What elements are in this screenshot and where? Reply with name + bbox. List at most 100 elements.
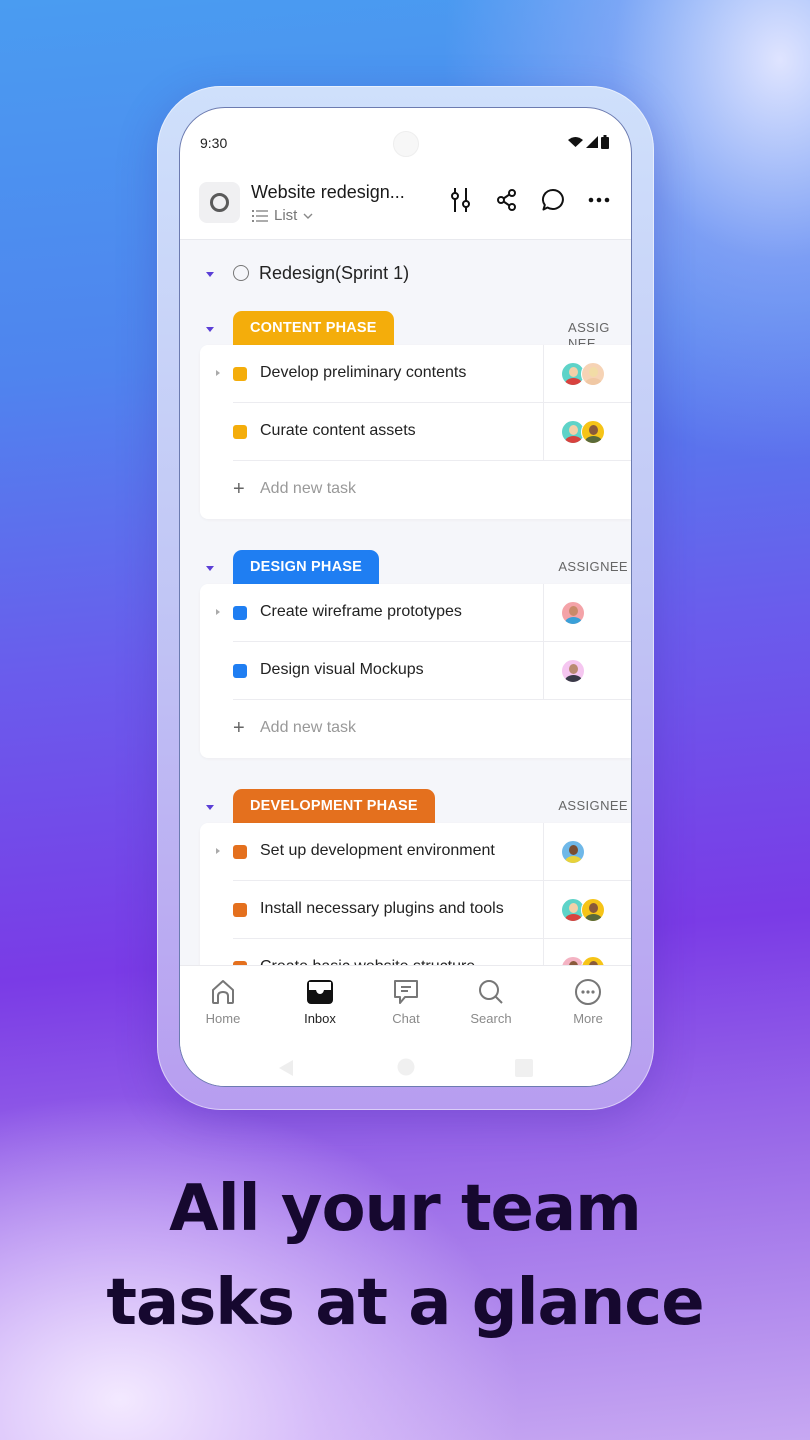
headline-line-2: tasks at a glance	[106, 1266, 704, 1340]
task-list: Redesign(Sprint 1) CONTENT PHASE ASSIG N…	[180, 240, 631, 965]
expand-subtasks-icon[interactable]	[216, 609, 220, 615]
task-status-icon[interactable]	[233, 367, 247, 381]
home-button-icon[interactable]	[397, 1058, 415, 1076]
task-row[interactable]: Curate content assets	[200, 403, 631, 461]
view-selector[interactable]: List	[252, 207, 313, 224]
project-icon[interactable]	[199, 182, 240, 223]
assignee-avatars[interactable]	[561, 420, 605, 444]
collapse-caret-icon[interactable]	[206, 272, 214, 277]
task-card: Set up development environment Install n…	[200, 823, 631, 965]
system-nav-bar	[180, 1051, 631, 1081]
sprint-label: Redesign(Sprint 1)	[259, 263, 410, 283]
filter-sliders-icon[interactable]	[449, 188, 473, 212]
task-name: Design visual Mockups	[260, 661, 424, 678]
task-name: Create basic website structure	[260, 958, 475, 965]
phase-tag[interactable]: CONTENT PHASE	[233, 311, 394, 345]
view-label: List	[274, 207, 298, 224]
phase-tag[interactable]: DEVELOPMENT PHASE	[233, 789, 435, 823]
home-icon	[212, 980, 234, 1004]
task-status-icon[interactable]	[233, 664, 247, 678]
avatar	[561, 840, 585, 864]
status-bar: 9:30	[180, 108, 631, 168]
nav-chat[interactable]: Chat	[366, 976, 446, 1026]
assignee-avatars[interactable]	[561, 601, 585, 625]
nav-label: Chat	[392, 1011, 420, 1026]
task-name: Develop preliminary contents	[260, 364, 467, 381]
battery-icon	[601, 135, 609, 149]
nav-inbox[interactable]: Inbox	[280, 976, 360, 1026]
phone-screen: 9:30 Website redesign... List Redesign(S…	[179, 107, 632, 1087]
task-name: Install necessary plugins and tools	[260, 900, 504, 917]
assignee-avatars[interactable]	[561, 898, 605, 922]
app-header: Website redesign... List	[180, 168, 631, 240]
assignee-avatars[interactable]	[561, 362, 605, 386]
phase-tag[interactable]: DESIGN PHASE	[233, 550, 379, 584]
plus-icon: +	[233, 478, 245, 500]
nav-more[interactable]: More	[548, 976, 628, 1026]
task-name: Curate content assets	[260, 422, 416, 439]
task-card: Create wireframe prototypes Design visua…	[200, 584, 631, 758]
nav-home[interactable]: Home	[183, 976, 263, 1026]
comment-icon[interactable]	[541, 188, 565, 212]
add-task-button[interactable]: + Add new task	[200, 700, 631, 758]
assignee-column-header: ASSIGNEE	[558, 798, 628, 813]
share-icon[interactable]	[495, 188, 519, 212]
task-row[interactable]: Set up development environment	[200, 823, 631, 881]
avatar	[561, 601, 585, 625]
task-row[interactable]: Install necessary plugins and tools	[200, 881, 631, 939]
recents-icon[interactable]	[515, 1059, 533, 1077]
expand-subtasks-icon[interactable]	[216, 370, 220, 376]
plus-icon: +	[233, 717, 245, 739]
task-status-icon[interactable]	[233, 903, 247, 917]
task-row[interactable]: Create wireframe prototypes	[200, 584, 631, 642]
assignee-column-header: ASSIGNEE	[558, 559, 628, 574]
project-title[interactable]: Website redesign...	[251, 182, 405, 203]
task-group-development: DEVELOPMENT PHASE ASSIGNEE Set up develo…	[180, 789, 631, 965]
collapse-caret-icon[interactable]	[206, 327, 214, 332]
nav-label: Search	[470, 1011, 512, 1026]
task-name: Create wireframe prototypes	[260, 603, 462, 620]
collapse-caret-icon[interactable]	[206, 566, 214, 571]
more-horizontal-icon[interactable]	[587, 188, 611, 212]
task-status-icon[interactable]	[233, 425, 247, 439]
status-time: 9:30	[200, 135, 228, 151]
task-row[interactable]: Create basic website structure	[200, 939, 631, 965]
nav-label: Home	[205, 1011, 241, 1026]
inbox-icon	[307, 980, 333, 1004]
back-icon[interactable]	[278, 1059, 294, 1077]
assignee-avatars[interactable]	[561, 956, 605, 965]
assignee-avatars[interactable]	[561, 840, 585, 864]
chat-icon	[394, 980, 418, 1004]
task-row[interactable]: Design visual Mockups	[200, 642, 631, 700]
search-icon	[479, 980, 503, 1004]
chevron-down-icon	[303, 213, 313, 219]
signal-icon	[586, 136, 598, 148]
list-icon	[252, 209, 268, 222]
nav-search[interactable]: Search	[451, 976, 531, 1026]
add-task-button[interactable]: + Add new task	[200, 461, 631, 519]
more-circle-icon	[575, 979, 601, 1005]
add-task-label: Add new task	[260, 719, 357, 736]
nav-label: Inbox	[304, 1011, 336, 1026]
avatar	[581, 362, 605, 386]
task-status-icon[interactable]	[233, 845, 247, 859]
status-circle-icon	[233, 265, 249, 281]
task-status-icon[interactable]	[233, 606, 247, 620]
wifi-icon	[568, 137, 583, 147]
task-group-design: DESIGN PHASE ASSIGNEE Create wireframe p…	[180, 550, 631, 758]
avatar	[581, 420, 605, 444]
headline-line-1: All your team	[169, 1172, 642, 1246]
assignee-avatars[interactable]	[561, 659, 585, 683]
avatar	[581, 956, 605, 965]
add-task-label: Add new task	[260, 480, 357, 497]
task-card: Develop preliminary contents Curate cont…	[200, 345, 631, 519]
avatar	[561, 659, 585, 683]
nav-label: More	[573, 1011, 603, 1026]
expand-subtasks-icon[interactable]	[216, 848, 220, 854]
avatar	[581, 898, 605, 922]
task-row[interactable]: Develop preliminary contents	[200, 345, 631, 403]
collapse-caret-icon[interactable]	[206, 805, 214, 810]
bottom-nav: Home Inbox Chat Search More	[180, 965, 631, 1086]
sprint-header[interactable]: Redesign(Sprint 1)	[180, 258, 631, 288]
task-name: Set up development environment	[260, 842, 495, 859]
